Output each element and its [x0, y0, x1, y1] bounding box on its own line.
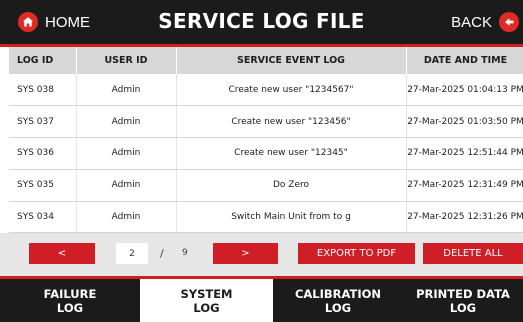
back-button[interactable]: BACK: [451, 9, 519, 35]
log-id-cell: SYS 036: [9, 137, 77, 170]
control-bar: < 2 / 9 > EXPORT TO PDF DELETE ALL: [0, 233, 523, 276]
event-cell: Create new user "1234567": [176, 74, 407, 107]
user-id-cell: Admin: [76, 169, 177, 202]
tab-calibration-log[interactable]: CALIBRATION LOG: [273, 279, 403, 322]
log-id-cell: SYS 037: [9, 105, 77, 139]
user-id-cell: Admin: [76, 105, 177, 139]
page-title: SERVICE LOG FILE: [158, 9, 365, 33]
back-label: BACK: [451, 13, 492, 31]
user-id-cell: Admin: [76, 137, 177, 170]
tab-label: PRINTED DATA LOG: [416, 286, 510, 315]
tab-failure-log[interactable]: FAILURE LOG: [0, 279, 140, 322]
event-cell: Create new user "123456": [176, 105, 407, 139]
back-arrow-icon: [499, 12, 519, 32]
export-to-pdf-button[interactable]: EXPORT TO PDF: [298, 243, 415, 264]
user-id-cell: Admin: [76, 74, 177, 107]
table-row[interactable]: SYS 035 Admin Do Zero 27-Mar-2025 12:31:…: [9, 169, 523, 202]
event-cell: Create new user "12345": [176, 137, 407, 170]
datetime-cell: 27-Mar-2025 12:31:49 PM: [406, 169, 523, 202]
table-row[interactable]: SYS 036 Admin Create new user "12345" 27…: [9, 137, 523, 170]
column-header-service-event-log[interactable]: SERVICE EVENT LOG: [176, 47, 407, 74]
header-bar: HOME SERVICE LOG FILE BACK: [0, 0, 523, 44]
table-header-row: LOG ID USER ID SERVICE EVENT LOG DATE AN…: [9, 47, 523, 74]
log-id-cell: SYS 035: [9, 169, 77, 202]
event-cell: Switch Main Unit from to g: [176, 201, 407, 233]
tab-printed-data-log[interactable]: PRINTED DATA LOG: [403, 279, 523, 322]
tab-label: FAILURE LOG: [43, 286, 97, 315]
table-row[interactable]: SYS 038 Admin Create new user "1234567" …: [9, 74, 523, 107]
delete-all-button[interactable]: DELETE ALL: [423, 243, 523, 264]
event-cell: Do Zero: [176, 169, 407, 202]
datetime-cell: 27-Mar-2025 12:31:26 PM: [406, 201, 523, 233]
next-page-button[interactable]: >: [213, 243, 278, 264]
log-id-cell: SYS 034: [9, 201, 77, 233]
tab-system-log[interactable]: SYSTEM LOG: [140, 279, 273, 322]
log-id-cell: SYS 038: [9, 74, 77, 107]
page-number-input[interactable]: 2: [116, 243, 148, 264]
page-separator: /: [160, 247, 164, 260]
table-row[interactable]: SYS 034 Admin Switch Main Unit from to g…: [9, 201, 523, 233]
datetime-cell: 27-Mar-2025 01:03:50 PM: [406, 105, 523, 139]
column-header-date-and-time[interactable]: DATE AND TIME: [406, 47, 523, 74]
previous-page-button[interactable]: <: [29, 243, 95, 264]
log-table-container[interactable]: LOG ID USER ID SERVICE EVENT LOG DATE AN…: [9, 47, 523, 233]
total-pages: 9: [182, 248, 188, 258]
log-table: LOG ID USER ID SERVICE EVENT LOG DATE AN…: [9, 47, 523, 233]
tab-label: SYSTEM LOG: [180, 286, 233, 315]
table-row[interactable]: SYS 037 Admin Create new user "123456" 2…: [9, 105, 523, 139]
column-header-user-id[interactable]: USER ID: [76, 47, 177, 74]
user-id-cell: Admin: [76, 201, 177, 233]
datetime-cell: 27-Mar-2025 12:51:44 PM: [406, 137, 523, 170]
column-header-log-id[interactable]: LOG ID: [9, 47, 77, 74]
tab-label: CALIBRATION LOG: [294, 286, 382, 315]
datetime-cell: 27-Mar-2025 01:04:13 PM: [406, 74, 523, 107]
